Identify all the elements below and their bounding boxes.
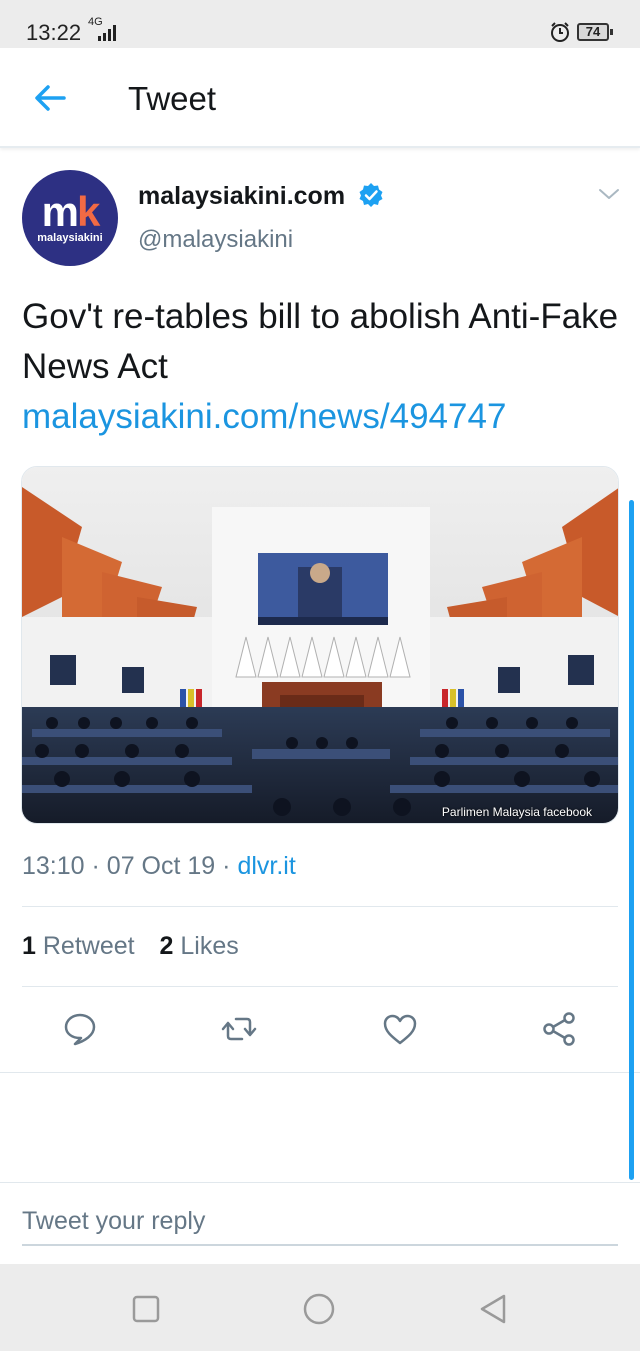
author-handle[interactable]: @malaysiakini (138, 226, 293, 254)
like-count-link[interactable]: 2 Likes (160, 932, 239, 960)
avatar-logo-subtext: malaysiakini (37, 232, 103, 244)
home-icon[interactable] (302, 1292, 336, 1326)
tweet-body: Gov't re-tables bill to abolish Anti-Fak… (22, 297, 619, 386)
signal-icon (98, 25, 116, 41)
avatar-logo: mk (41, 188, 101, 235)
status-bar: 13:22 4G 74 (0, 0, 640, 48)
retweet-count: 1 (22, 932, 36, 960)
tweet-text: Gov't re-tables bill to abolish Anti-Fak… (22, 292, 622, 442)
reply-icon[interactable] (61, 1010, 99, 1048)
page-title: Tweet (128, 80, 217, 117)
tweet-timestamp: 13:10 · 07 Oct 19 · dlvr.it (22, 852, 296, 881)
retweet-label: Retweet (42, 932, 135, 960)
media-credit: Parlimen Malaysia facebook (441, 805, 592, 819)
author-display-name[interactable]: malaysiakini.com (138, 182, 345, 211)
tweet-link[interactable]: malaysiakini.com/news/494747 (22, 397, 506, 436)
reply-input[interactable] (22, 1207, 618, 1246)
divider (22, 906, 618, 907)
battery-icon: 74 (577, 23, 613, 41)
tweet-media-image[interactable]: Parlimen Malaysia facebook (21, 466, 619, 824)
tweet-date: 07 Oct 19 (106, 852, 216, 880)
retweet-count-link[interactable]: 1 Retweet (22, 932, 135, 960)
scrollbar[interactable] (629, 500, 634, 1180)
tweet-stats: 1 Retweet 2 Likes (22, 932, 257, 961)
tweet-time: 13:10 (22, 852, 85, 880)
parliament-photo (22, 467, 618, 823)
alarm-icon (551, 22, 569, 42)
recent-apps-icon[interactable] (129, 1292, 163, 1326)
retweet-icon[interactable] (220, 1010, 258, 1048)
top-app-bar: Tweet (0, 48, 640, 148)
chevron-down-icon[interactable] (596, 184, 622, 204)
divider (0, 1072, 640, 1073)
back-triangle-icon[interactable] (476, 1292, 510, 1326)
like-icon[interactable] (381, 1010, 419, 1048)
tweet-source-link[interactable]: dlvr.it (237, 852, 295, 880)
like-label: Likes (180, 932, 239, 960)
arrow-left-icon[interactable] (28, 76, 72, 120)
system-nav-bar (0, 1264, 640, 1351)
divider (22, 986, 618, 987)
reply-composer (0, 1182, 640, 1264)
separator-dot: · (91, 852, 107, 880)
separator-dot: · (222, 852, 238, 880)
verified-badge-icon (359, 183, 383, 207)
like-count: 2 (159, 932, 174, 960)
status-time: 13:22 (26, 20, 82, 45)
share-icon[interactable] (540, 1010, 578, 1048)
avatar[interactable]: mk malaysiakini (22, 170, 118, 266)
